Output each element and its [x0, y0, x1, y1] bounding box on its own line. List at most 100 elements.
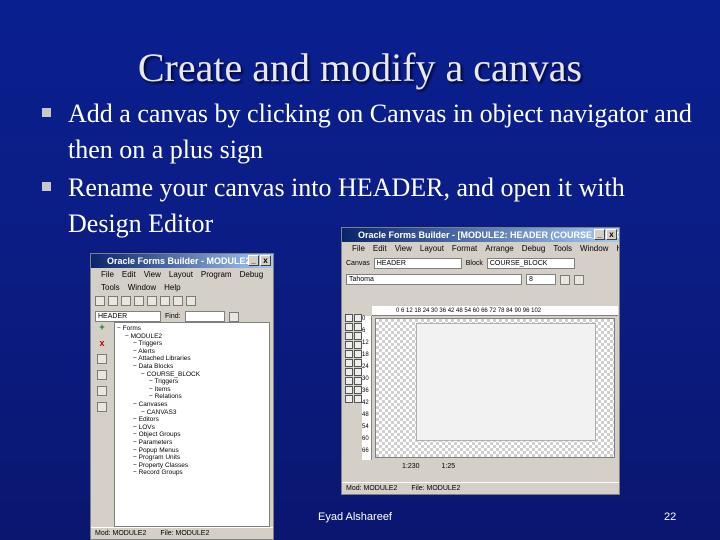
ruler-mark: 30: [362, 376, 369, 382]
square-bullet-icon: [42, 108, 51, 117]
text-tool-icon[interactable]: [345, 359, 353, 367]
menu-item[interactable]: Layout: [420, 242, 444, 255]
copy-icon[interactable]: [160, 296, 170, 306]
paste-icon[interactable]: [173, 296, 183, 306]
text-item-tool-icon[interactable]: [354, 377, 362, 385]
ruler-mark: 0: [362, 316, 366, 322]
canvas-selector[interactable]: HEADER: [373, 258, 462, 269]
menu-item[interactable]: Debug: [522, 242, 546, 255]
select-tool-icon[interactable]: [345, 314, 353, 322]
tree-node[interactable]: − Items: [115, 386, 269, 394]
open-icon[interactable]: [108, 296, 118, 306]
canvas-grid[interactable]: [375, 318, 615, 458]
menu-item[interactable]: Layout: [169, 268, 193, 281]
reshape-tool-icon[interactable]: [354, 323, 362, 331]
line-tool-icon[interactable]: [354, 332, 362, 340]
tree-node[interactable]: − Triggers: [115, 378, 269, 386]
expand-all-icon[interactable]: [97, 386, 107, 396]
tree-node[interactable]: − Attached Libraries: [115, 355, 269, 363]
minimize-icon[interactable]: _: [594, 229, 605, 240]
create-plus-icon[interactable]: +: [99, 322, 104, 332]
tree-node[interactable]: − Parameters: [115, 439, 269, 447]
radio-tool-icon[interactable]: [345, 377, 353, 385]
menu-item[interactable]: Arrange: [485, 242, 513, 255]
tree-node-label: LOVs: [138, 423, 155, 431]
collapse-all-icon[interactable]: [97, 402, 107, 412]
navigator-title: Oracle Forms Builder - MODULE2: [107, 256, 251, 266]
menu-item[interactable]: Help: [164, 281, 180, 294]
find-input[interactable]: [184, 311, 225, 322]
frame-tool-icon[interactable]: [354, 359, 362, 367]
cut-icon[interactable]: [147, 296, 157, 306]
canvas-surface[interactable]: [416, 323, 596, 441]
polygon-tool-icon[interactable]: [345, 350, 353, 358]
object-tree[interactable]: − Forms − MODULE2− Triggers − Alerts − Atta…: [114, 322, 270, 527]
menu-item[interactable]: Edit: [373, 242, 387, 255]
tree-node-label: COURSE_BLOCK: [146, 370, 201, 378]
ellipse-tool-icon[interactable]: [345, 341, 353, 349]
menu-item[interactable]: View: [144, 268, 161, 281]
tree-node[interactable]: − Forms: [115, 325, 269, 333]
menu-item[interactable]: Help: [616, 242, 619, 255]
tree-node[interactable]: − COURSE_BLOCK: [115, 371, 269, 379]
button-tool-icon[interactable]: [345, 368, 353, 376]
status-module: Mod: MODULE2: [95, 530, 147, 537]
font-size-selector[interactable]: 8: [526, 274, 556, 285]
new-icon[interactable]: [95, 296, 105, 306]
tree-node[interactable]: − Property Classes: [115, 462, 269, 470]
polyline-tool-icon[interactable]: [354, 350, 362, 358]
delete-x-icon[interactable]: x: [99, 338, 104, 348]
object-selector[interactable]: HEADER: [95, 311, 161, 322]
tree-node[interactable]: − Record Groups: [115, 469, 269, 477]
block-selector[interactable]: COURSE_BLOCK: [486, 258, 575, 269]
tree-node[interactable]: − Triggers: [115, 340, 269, 348]
tree-node[interactable]: − CANVAS3: [115, 409, 269, 417]
close-icon[interactable]: x: [606, 229, 617, 240]
arc-tool-icon[interactable]: [354, 341, 362, 349]
tree-node[interactable]: − Alerts: [115, 348, 269, 356]
close-icon[interactable]: x: [260, 255, 271, 266]
tree-node[interactable]: − Canvases: [115, 401, 269, 409]
menu-item[interactable]: Format: [452, 242, 477, 255]
tree-node[interactable]: − LOVs: [115, 424, 269, 432]
navigator-titlebar: Oracle Forms Builder - MODULE2 _ x: [91, 254, 273, 268]
tree-node[interactable]: − Relations: [115, 393, 269, 401]
menu-item[interactable]: View: [395, 242, 412, 255]
tree-node-label: Program Units: [138, 454, 181, 462]
magnify-tool-icon[interactable]: [345, 323, 353, 331]
tree-node[interactable]: − MODULE2: [115, 333, 269, 341]
tree-node[interactable]: − Data Blocks: [115, 363, 269, 371]
find-icon[interactable]: [228, 311, 239, 322]
menu-item[interactable]: Window: [128, 281, 156, 294]
expand-icon[interactable]: [97, 354, 107, 364]
menu-item[interactable]: File: [101, 268, 114, 281]
display-tool-icon[interactable]: [354, 395, 362, 403]
menu-item[interactable]: Program: [201, 268, 232, 281]
image-tool-icon[interactable]: [345, 386, 353, 394]
menu-item[interactable]: Tools: [553, 242, 572, 255]
list-tool-icon[interactable]: [345, 395, 353, 403]
font-selector[interactable]: Tahoma: [346, 274, 522, 285]
tree-node[interactable]: − Editors: [115, 416, 269, 424]
minimize-icon[interactable]: _: [248, 255, 259, 266]
block-label: Block: [465, 260, 483, 267]
italic-icon[interactable]: [574, 274, 584, 285]
rectangle-tool-icon[interactable]: [345, 332, 353, 340]
menu-item[interactable]: Tools: [101, 281, 120, 294]
chart-tool-icon[interactable]: [354, 386, 362, 394]
tree-node[interactable]: − Object Groups: [115, 431, 269, 439]
tree-node[interactable]: − Program Units: [115, 454, 269, 462]
collapse-icon[interactable]: [97, 370, 107, 380]
checkbox-tool-icon[interactable]: [354, 368, 362, 376]
tree-node-label: Canvases: [138, 400, 168, 408]
tree-node[interactable]: − Popup Menus: [115, 447, 269, 455]
save-icon[interactable]: [121, 296, 131, 306]
menu-item[interactable]: Window: [580, 242, 608, 255]
menu-item[interactable]: File: [352, 242, 365, 255]
print-icon[interactable]: [134, 296, 144, 306]
menu-item[interactable]: Edit: [122, 268, 136, 281]
bold-icon[interactable]: [560, 274, 570, 285]
rotate-tool-icon[interactable]: [354, 314, 362, 322]
run-icon[interactable]: [186, 296, 196, 306]
menu-item[interactable]: Debug: [240, 268, 264, 281]
